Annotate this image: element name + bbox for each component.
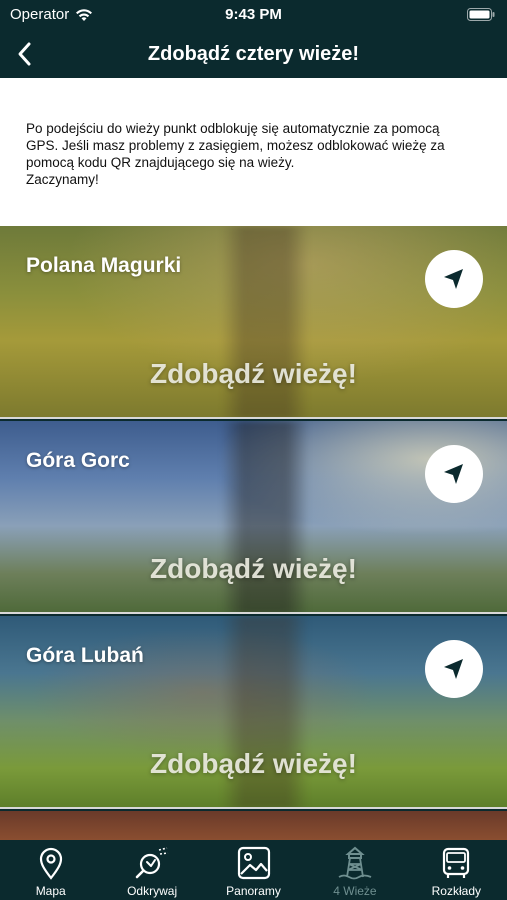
tab-bar: Mapa Odkrywaj Panoramy 4 Wieże Rozkłady: [0, 840, 507, 900]
tab-label: Mapa: [35, 884, 66, 898]
tower-card-polana-magurki[interactable]: Polana Magurki Zdobądź wieżę!: [0, 226, 507, 419]
tower-silhouette: [210, 421, 320, 612]
capture-tower-label: Zdobądź wieżę!: [150, 358, 357, 389]
clock: 9:43 PM: [225, 6, 282, 23]
tab-label: Rozkłady: [431, 884, 481, 898]
navigate-button[interactable]: [425, 250, 483, 308]
capture-tower-label: Zdobądź wieżę!: [150, 748, 357, 779]
discover-icon: [135, 847, 169, 879]
intro-panel: Po podejściu do wieży punkt odblokuję si…: [0, 78, 507, 226]
intro-line: Po podejściu do wieży punkt odblokuję si…: [26, 121, 440, 136]
tower-card-gora-gorc[interactable]: Góra Gorc Zdobądź wieżę!: [0, 421, 507, 614]
tower-name: Polana Magurki: [26, 254, 182, 277]
navigate-button[interactable]: [425, 640, 483, 698]
tower-silhouette: [210, 616, 320, 807]
capture-tower-label: Zdobądź wieżę!: [150, 553, 357, 584]
tab-discover[interactable]: Odkrywaj: [101, 840, 202, 900]
tab-label: 4 Wieże: [333, 884, 377, 898]
tab-panoramas[interactable]: Panoramy: [203, 840, 304, 900]
map-pin-icon: [39, 847, 62, 880]
image-icon: [237, 846, 270, 880]
tower-silhouette: [210, 226, 320, 417]
battery-icon: [467, 8, 495, 25]
tower-photo: [0, 811, 507, 840]
tab-four-towers[interactable]: 4 Wieże: [304, 840, 405, 900]
tab-label: Panoramy: [226, 884, 281, 898]
chevron-left-icon: [18, 42, 31, 66]
tower-card-next[interactable]: [0, 811, 507, 840]
status-bar: Operator 9:43 PM: [0, 0, 507, 30]
location-arrow-icon: [444, 464, 463, 484]
tab-schedules[interactable]: Rozkłady: [406, 840, 507, 900]
navigate-button[interactable]: [425, 445, 483, 503]
tab-label: Odkrywaj: [127, 884, 178, 898]
tower-name: Góra Lubań: [26, 644, 144, 667]
intro-line: GPS. Jeśli masz problemy z zasięgiem, mo…: [26, 138, 445, 153]
location-arrow-icon: [444, 659, 463, 679]
bus-icon: [443, 847, 470, 878]
location-arrow-icon: [444, 269, 463, 289]
back-button[interactable]: [12, 38, 40, 70]
intro-line: Zaczynamy!: [26, 172, 99, 187]
navigation-bar: Zdobądź cztery wieże!: [0, 30, 507, 78]
tower-icon: [338, 846, 372, 880]
tab-map[interactable]: Mapa: [0, 840, 101, 900]
tower-card-gora-luban[interactable]: Góra Lubań Zdobądź wieżę!: [0, 616, 507, 809]
intro-line: pomocą kodu QR znajdującego się na wieży…: [26, 155, 295, 170]
page-title: Zdobądź cztery wieże!: [147, 42, 360, 65]
tower-name: Góra Gorc: [26, 449, 130, 472]
